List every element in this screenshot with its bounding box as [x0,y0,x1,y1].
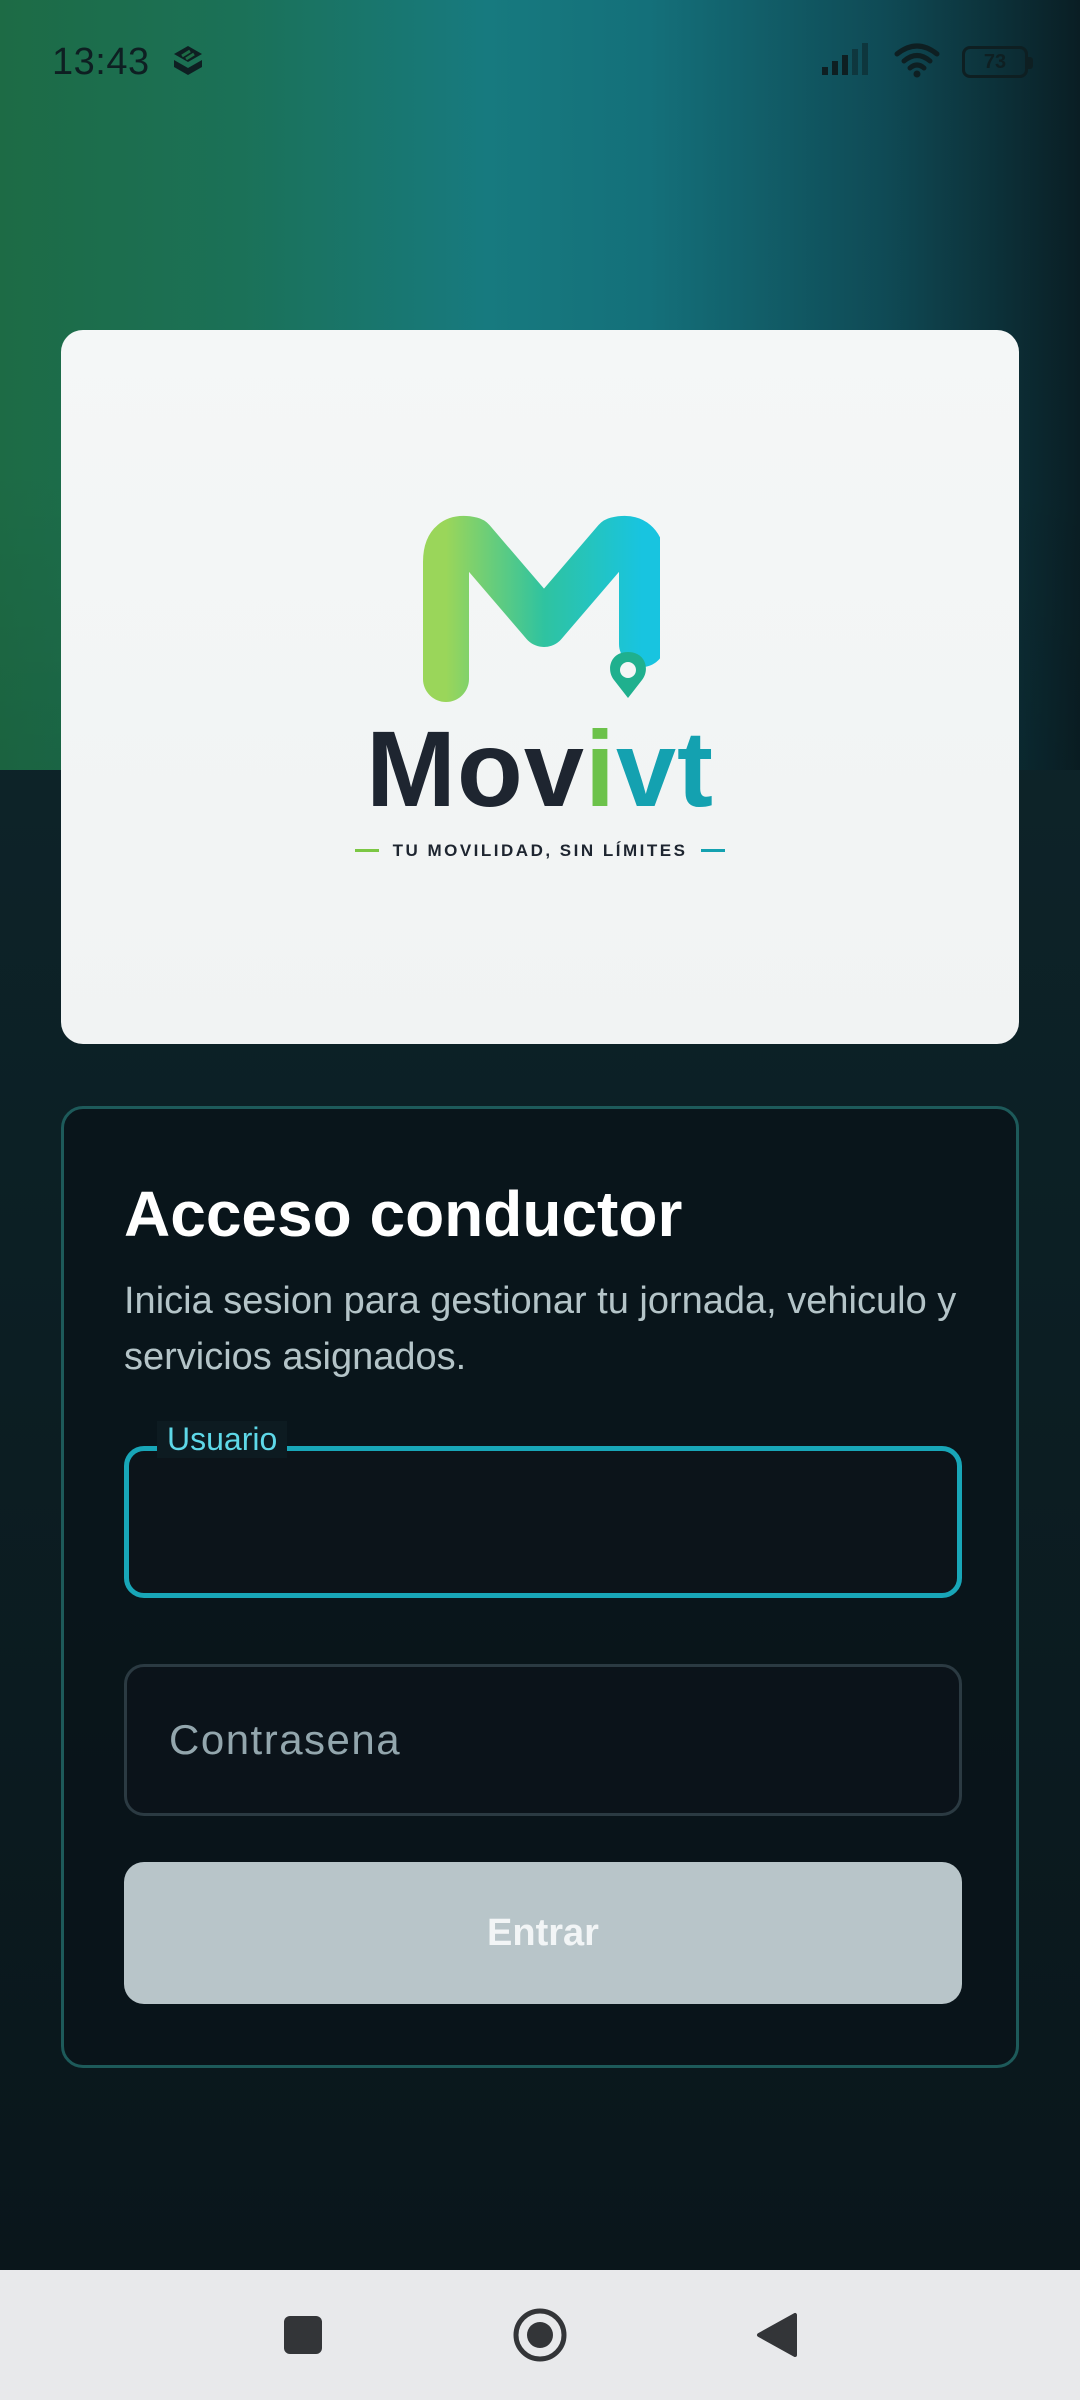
username-input[interactable] [169,1451,917,1593]
home-circle-icon[interactable] [497,2292,583,2378]
brand-tagline: TU MOVILIDAD, SIN LÍMITES [354,841,726,861]
login-title: Acceso conductor [124,1178,683,1250]
login-card: Acceso conductor Inicia sesion para gest… [61,1106,1019,2068]
system-nav-bar [0,2270,1080,2400]
signal-icon [820,42,872,82]
recents-square-icon[interactable] [260,2292,346,2378]
battery-level: 73 [983,50,1007,73]
logo-card: Movivt TU MOVILIDAD, SIN LÍMITES [61,330,1019,1044]
status-time: 13:43 [52,40,150,83]
notification-app-icon [168,40,208,85]
login-submit-button[interactable]: Entrar [124,1862,962,2004]
status-bar: 13:43 73 [0,0,1080,124]
login-subtitle: Inicia sesion para gestionar tu jornada,… [124,1280,957,1378]
battery-icon: 73 [962,46,1033,78]
brand-m-logo-icon [420,514,665,709]
username-field[interactable]: Usuario [124,1421,962,1598]
brand-wordmark: Movivt [365,707,715,829]
password-field[interactable]: Contrasena [124,1664,962,1816]
back-triangle-icon[interactable] [734,2292,820,2378]
password-placeholder: Contrasena [169,1716,402,1763]
wifi-icon [894,42,940,83]
